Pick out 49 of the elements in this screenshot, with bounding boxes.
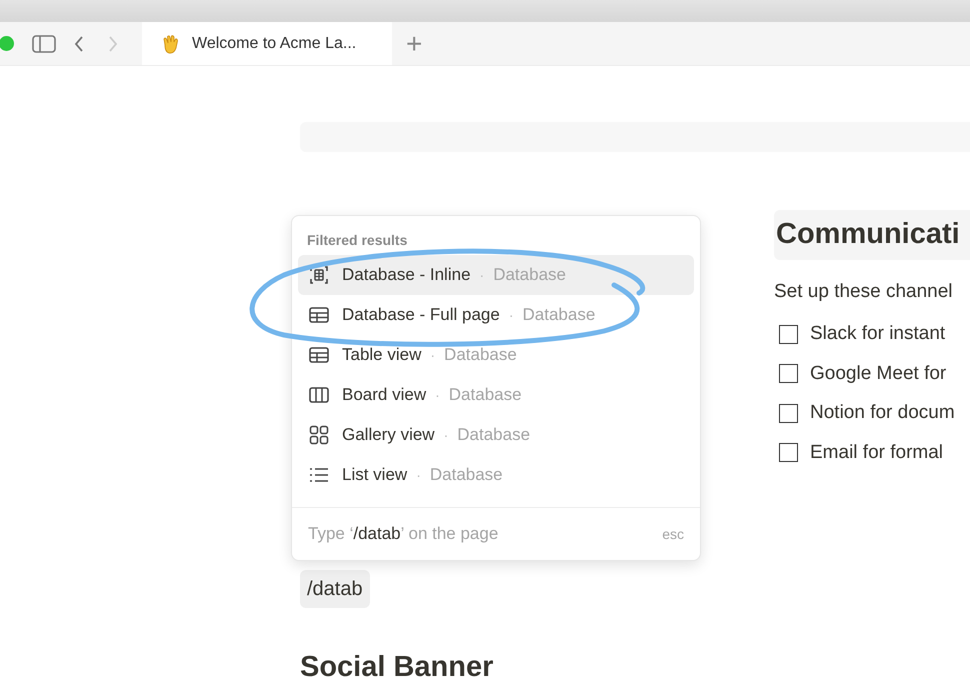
checkbox[interactable] [779,324,798,344]
table-icon [309,306,329,324]
menu-item[interactable]: List view · Database [298,455,694,495]
checkbox[interactable] [779,404,798,423]
separator-dot: · [435,386,440,404]
browser-tab[interactable]: Welcome to Acme La... [142,22,392,65]
todo-text: Slack for instant [810,322,946,346]
back-icon[interactable] [74,36,84,52]
menu-heading: Filtered results [307,231,408,250]
menu-item[interactable]: Database - Inline · Database [298,255,694,295]
menu-item-group: Database [522,302,596,328]
menu-item-label: Table view [342,344,422,366]
separator-dot: · [508,306,514,324]
gallery-icon [309,425,329,445]
list-icon [309,466,329,484]
menu-item-label: Database - Inline [342,264,471,286]
separator-dot: · [444,426,448,444]
menu-item-group: Database [430,462,503,488]
intro-text: Set up these channel [774,280,954,304]
separator-dot: · [416,466,421,484]
sidebar-toggle-icon[interactable] [32,34,56,52]
menu-item-label: List view [342,464,408,486]
menu-item-group: Database [444,342,517,368]
tab-title: Welcome to Acme La... [192,34,356,54]
section-heading: Social Banner [300,650,494,685]
todo-text: Google Meet for [810,362,946,386]
checkbox[interactable] [779,364,798,384]
menu-item-label: Gallery view [342,424,435,446]
menu-item[interactable]: Database - Full page · Database [298,295,694,335]
todo-text: Notion for docum [810,401,955,425]
menu-item[interactable]: Gallery view · Database [298,415,694,455]
separator-dot: · [480,266,484,284]
checkbox[interactable] [779,443,798,462]
menu-hint: Type ‘/datab’ on the page [308,523,498,546]
inline-database-icon [309,265,329,285]
menu-item[interactable]: Board view · Database [298,375,694,415]
section-heading: Communicati [774,210,970,260]
keyboard-hint: esc [662,524,684,544]
menu-item-label: Database - Full page [342,304,500,326]
menu-item-group: Database [457,422,530,448]
separator-dot: · [430,346,436,364]
board-icon [309,386,329,404]
menu-item-group: Database [493,262,566,288]
table-icon [309,346,329,364]
menu-item-label: Board view [342,384,426,406]
typed-command: /datab [300,570,370,608]
menu-item[interactable]: Table view · Database [298,335,694,375]
todo-text: Email for formal [810,440,944,464]
menu-item-group: Database [448,382,522,408]
